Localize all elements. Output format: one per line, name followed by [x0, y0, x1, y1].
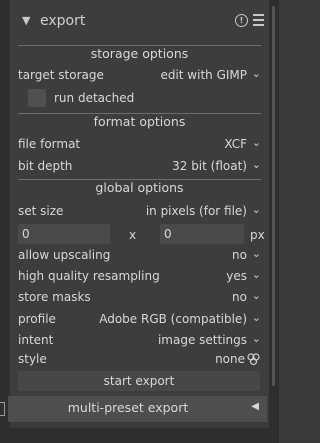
bit-depth-label: bit depth — [18, 159, 73, 173]
chevron-down-icon[interactable]: ⌄ — [252, 289, 261, 302]
hq-resampling-label: high quality resampling — [18, 269, 160, 283]
profile-value[interactable]: Adobe RGB (compatible) — [99, 312, 247, 326]
store-masks-row[interactable]: store masks no ⌄ — [18, 288, 261, 308]
bit-depth-value[interactable]: 32 bit (float) — [172, 159, 247, 173]
hq-resampling-row[interactable]: high quality resampling yes ⌄ — [18, 267, 261, 287]
store-masks-label: store masks — [18, 290, 91, 304]
profile-label: profile — [18, 312, 56, 326]
start-export-button[interactable]: start export — [18, 371, 260, 391]
file-format-row[interactable]: file format XCF ⌄ — [18, 135, 261, 155]
module-header[interactable]: ▼ export ! — [10, 8, 269, 36]
chevron-down-icon[interactable]: ⌄ — [252, 268, 261, 281]
style-label: style — [18, 352, 47, 366]
width-input[interactable]: 0 — [18, 224, 110, 244]
chevron-down-icon[interactable]: ⌄ — [252, 67, 261, 80]
styles-icon[interactable] — [247, 352, 261, 366]
bottom-strip — [0, 428, 279, 443]
allow-upscaling-label: allow upscaling — [18, 248, 111, 262]
file-format-label: file format — [18, 137, 81, 151]
panel-edge-marker — [0, 402, 5, 416]
export-module: ▼ export ! storage options target storag… — [10, 0, 269, 400]
target-storage-label: target storage — [18, 68, 104, 82]
target-storage-value[interactable]: edit with GIMP — [160, 68, 247, 82]
hq-resampling-value[interactable]: yes — [226, 269, 247, 283]
set-size-value[interactable]: in pixels (for file) — [146, 204, 247, 218]
run-detached-checkbox[interactable] — [28, 89, 46, 107]
allow-upscaling-row[interactable]: allow upscaling no ⌄ — [18, 246, 261, 266]
multi-preset-export-bar[interactable]: multi-preset export ◀ — [8, 396, 267, 422]
section-global-options: global options — [18, 179, 261, 196]
size-unit-label: px — [250, 228, 265, 242]
chevron-down-icon[interactable]: ⌄ — [252, 311, 261, 324]
section-storage-options: storage options — [18, 45, 261, 62]
chevron-down-icon[interactable]: ⌄ — [252, 158, 261, 171]
chevron-down-icon[interactable]: ⌄ — [252, 332, 261, 345]
collapse-arrow-icon[interactable]: ▼ — [22, 14, 30, 27]
profile-row[interactable]: profile Adobe RGB (compatible) ⌄ — [18, 310, 261, 330]
intent-row[interactable]: intent image settings ⌄ — [18, 331, 261, 351]
set-size-row[interactable]: set size in pixels (for file) ⌄ — [18, 202, 261, 222]
module-title: export — [40, 13, 86, 29]
run-detached-label: run detached — [54, 91, 135, 105]
scrollbar-thumb[interactable] — [272, 6, 275, 386]
style-row[interactable]: style none — [18, 350, 261, 370]
intent-value[interactable]: image settings — [158, 333, 247, 347]
multi-preset-export-label: multi-preset export — [67, 400, 189, 415]
set-size-label: set size — [18, 204, 64, 218]
store-masks-value[interactable]: no — [232, 290, 247, 304]
intent-label: intent — [18, 333, 54, 347]
chevron-down-icon[interactable]: ⌄ — [252, 203, 261, 216]
chevron-down-icon[interactable]: ⌄ — [252, 136, 261, 149]
left-edge — [0, 0, 10, 443]
allow-upscaling-value[interactable]: no — [232, 248, 247, 262]
style-value[interactable]: none — [215, 352, 245, 366]
height-input[interactable]: 0 — [160, 224, 244, 244]
target-storage-row[interactable]: target storage edit with GIMP ⌄ — [18, 66, 261, 86]
expand-left-arrow-icon[interactable]: ◀ — [251, 401, 259, 412]
bit-depth-row[interactable]: bit depth 32 bit (float) ⌄ — [18, 157, 261, 177]
section-format-options: format options — [18, 113, 261, 130]
size-x-label: x — [129, 228, 137, 242]
chevron-down-icon[interactable]: ⌄ — [252, 247, 261, 260]
file-format-value[interactable]: XCF — [224, 137, 247, 151]
presets-menu-icon[interactable] — [253, 14, 264, 26]
reset-icon[interactable]: ! — [235, 14, 248, 27]
